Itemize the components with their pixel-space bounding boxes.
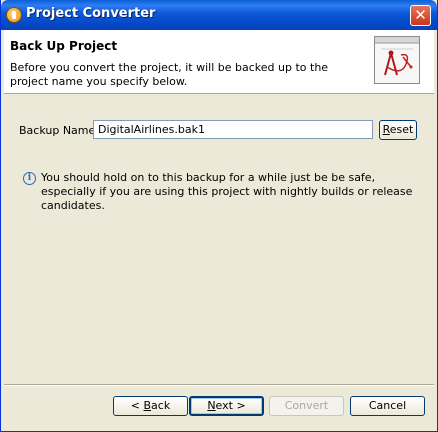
- backup-name-input[interactable]: [93, 120, 373, 139]
- wizard-drafting-icon: [374, 36, 420, 84]
- convert-button[interactable]: Convert: [269, 396, 344, 416]
- next-button[interactable]: Next >: [189, 396, 264, 416]
- title-bar[interactable]: Project Converter ✕: [1, 0, 437, 30]
- next-mnemonic: N: [207, 399, 216, 412]
- reset-button[interactable]: Reset: [379, 120, 417, 140]
- reset-mnemonic: R: [382, 123, 390, 136]
- page-description: Before you convert the project, it will …: [10, 61, 329, 88]
- back-prefix: <: [130, 399, 144, 412]
- next-label: ext >: [215, 399, 246, 412]
- back-button[interactable]: < Back: [113, 396, 188, 416]
- project-converter-window: Project Converter ✕ Back Up Project Befo…: [0, 0, 438, 432]
- footer-separator: [4, 384, 434, 386]
- back-label: ack: [151, 399, 171, 412]
- info-message: You should hold on to this backup for a …: [41, 171, 413, 212]
- info-icon: i: [23, 172, 36, 185]
- page-title: Back Up Project: [10, 39, 118, 53]
- close-button[interactable]: ✕: [410, 5, 431, 26]
- cancel-button[interactable]: Cancel: [350, 396, 425, 416]
- backup-name-label: Backup Name:: [19, 124, 99, 137]
- back-mnemonic: B: [143, 399, 152, 412]
- wizard-header: Back Up Project Before you convert the p…: [4, 30, 434, 94]
- reset-label: eset: [389, 123, 414, 136]
- project-converter-icon: [7, 8, 21, 22]
- window-title: Project Converter: [26, 6, 156, 21]
